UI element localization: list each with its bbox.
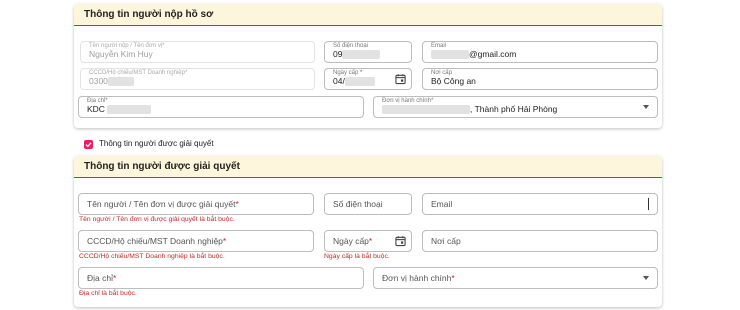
resolver-address-input[interactable]: Địa chỉ* [78,267,364,289]
resolver-phone-input[interactable]: Số điện thoại [324,193,412,215]
redacted-mask [344,77,375,86]
submitter-name-value: Nguyễn Kim Huy [89,49,153,59]
submitter-section-title: Thông tin người nộp hồ sơ [84,9,214,20]
redacted-mask [107,77,134,86]
submitter-issue-date-value: 04/ [333,76,375,86]
resolver-email-input[interactable]: Email [422,193,658,215]
resolver-admin-unit-placeholder: Đơn vị hành chính* [382,273,455,283]
submitter-admin-unit-select[interactable]: Đơn vị hành chính* , Thành phố Hải Phòng [373,96,658,118]
resolver-checkbox[interactable] [84,140,93,149]
submitter-email-value: @gmail.com [431,49,516,59]
submitter-name-field: Tên người nộp / Tên đơn vị* Nguyễn Kim H… [80,41,315,63]
resolver-issue-place-input[interactable]: Nơi cấp [422,230,658,252]
resolver-name-input[interactable]: Tên người / Tên đơn vị được giải quyết* [78,193,314,215]
submitter-phone-value: 09 [333,49,381,59]
submitter-admin-unit-value: , Thành phố Hải Phòng [382,104,557,114]
resolver-address-error: Địa chỉ là bắt buộc. [79,290,137,297]
check-icon [85,142,92,148]
submitter-issue-date-field[interactable]: Ngày cấp * 04/ [324,68,412,90]
submitter-address-field[interactable]: Địa chỉ* KDC [78,96,364,118]
redacted-mask [382,105,470,114]
redacted-mask [431,50,469,59]
submitter-issue-place-field[interactable]: Nơi cấp Bộ Công an [422,68,658,90]
submitter-id-field: CCCD/Hộ chiếu/MST Doanh nghiệp* 0300 [80,68,315,90]
submitter-email-field[interactable]: Email @gmail.com [422,41,658,63]
resolver-id-placeholder: CCCD/Hộ chiếu/MST Doanh nghiệp* [87,236,227,246]
resolver-phone-placeholder: Số điện thoại [333,199,383,209]
resolver-id-error: CCCD/Hộ chiếu/MST Doanh nghiệp là bắt bu… [79,253,225,260]
resolver-address-placeholder: Địa chỉ* [87,273,117,283]
resolver-admin-unit-select[interactable]: Đơn vị hành chính* [373,267,658,289]
submitter-address-value: KDC [87,104,152,114]
resolver-section-header: Thông tin người được giải quyết [74,156,662,178]
resolver-checkbox-label: Thông tin người được giải quyết [99,139,214,148]
resolver-section-title: Thông tin người được giải quyết [84,161,240,172]
calendar-icon[interactable] [395,74,406,85]
resolver-name-error: Tên người / Tên đơn vị được giải quyết l… [79,216,235,223]
submitter-phone-field[interactable]: Số điện thoại 09 [324,41,412,63]
calendar-icon[interactable] [395,236,406,247]
text-cursor [648,198,649,210]
resolver-issue-place-placeholder: Nơi cấp [431,236,461,246]
resolver-email-placeholder: Email [431,199,453,209]
resolver-issue-date-placeholder: Ngày cấp* [333,236,373,246]
submitter-id-value: 0300 [89,76,134,86]
redacted-mask [107,105,152,114]
dropdown-arrow-icon[interactable] [643,276,649,280]
redacted-mask [342,50,381,59]
submitter-issue-place-value: Bộ Công an [431,76,476,86]
resolver-issue-date-error: Ngày cấp là bắt buộc. [324,253,390,260]
resolver-id-input[interactable]: CCCD/Hộ chiếu/MST Doanh nghiệp* [78,230,314,252]
resolver-name-placeholder: Tên người / Tên đơn vị được giải quyết* [87,199,239,209]
submitter-section-header: Thông tin người nộp hồ sơ [74,4,662,26]
dropdown-arrow-icon[interactable] [643,105,649,109]
resolver-issue-date-input[interactable]: Ngày cấp* [324,230,412,252]
